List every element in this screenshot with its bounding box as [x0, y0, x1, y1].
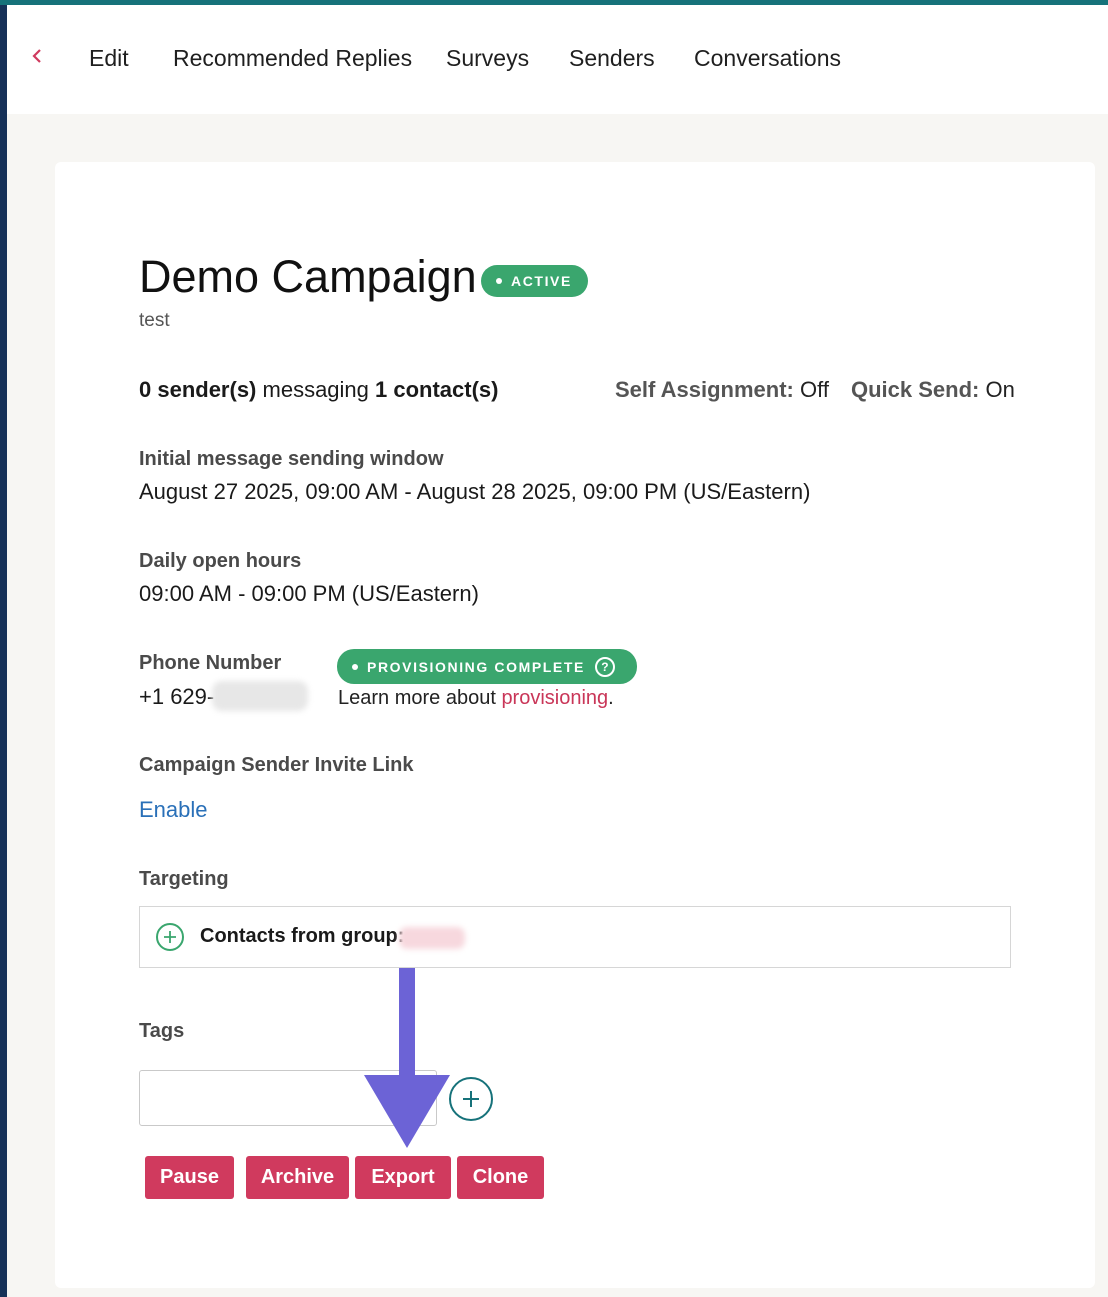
top-navigation: Edit Recommended Replies Surveys Senders… [7, 5, 1108, 114]
nav-recommended-replies[interactable]: Recommended Replies [173, 45, 412, 72]
archive-button[interactable]: Archive [246, 1156, 349, 1199]
add-tag-plus-icon[interactable] [449, 1077, 493, 1121]
phone-number-label: Phone Number [139, 652, 282, 674]
campaign-title: Demo Campaign [139, 251, 477, 302]
quick-send-status: Quick Send: On [851, 377, 1015, 403]
annotation-arrow-icon [364, 968, 450, 1148]
provisioning-link[interactable]: provisioning [501, 687, 608, 709]
targeting-label: Targeting [139, 868, 229, 890]
open-hours-value: 09:00 AM - 09:00 PM (US/Eastern) [139, 581, 479, 606]
expand-plus-icon[interactable] [156, 923, 184, 951]
learn-more-text: Learn more about [338, 687, 502, 709]
open-hours-label: Daily open hours [139, 550, 302, 572]
nav-senders[interactable]: Senders [569, 45, 655, 72]
group-name-redacted [399, 927, 465, 949]
nav-conversations[interactable]: Conversations [694, 45, 841, 72]
status-badge: ACTIVE [481, 265, 588, 297]
tags-label: Tags [139, 1020, 185, 1042]
provisioning-badge-label: PROVISIONING COMPLETE [367, 658, 585, 675]
question-circle-icon[interactable]: ? [594, 656, 615, 677]
senders-count: 0 sender(s) [139, 377, 257, 402]
learn-more-suffix: . [608, 687, 614, 709]
contacts-from-group-label: Contacts from group: [200, 925, 405, 947]
quick-send-value: On [979, 377, 1015, 402]
quick-send-label: Quick Send: [851, 377, 980, 402]
messaging-text: messaging [256, 377, 376, 402]
self-assignment-label: Self Assignment: [615, 377, 794, 402]
contacts-count: 1 contact(s) [375, 377, 499, 402]
nav-surveys[interactable]: Surveys [446, 45, 529, 72]
sending-window-label: Initial message sending window [139, 448, 444, 470]
sender-contact-summary: 0 sender(s) messaging 1 contact(s) [139, 377, 499, 403]
pause-button[interactable]: Pause [145, 1156, 234, 1199]
provisioning-learn-more: Learn more about provisioning. [338, 687, 614, 710]
self-assignment-value: Off [793, 377, 829, 402]
chevron-left-icon[interactable] [26, 44, 48, 68]
targeting-group-row: Contacts from group: [139, 906, 1011, 968]
invite-link-label: Campaign Sender Invite Link [139, 754, 414, 776]
campaign-description: test [139, 310, 170, 331]
sending-window-value: August 27 2025, 09:00 AM - August 28 202… [139, 479, 811, 504]
export-button[interactable]: Export [355, 1156, 451, 1199]
left-sidebar-strip [0, 0, 7, 1297]
status-dot-icon [496, 278, 502, 284]
phone-number-redacted [212, 681, 308, 711]
clone-button[interactable]: Clone [457, 1156, 544, 1199]
status-badge-label: ACTIVE [511, 273, 572, 289]
provisioning-dot-icon [352, 663, 358, 670]
provisioning-badge: PROVISIONING COMPLETE ? [337, 649, 637, 684]
enable-invite-link[interactable]: Enable [139, 797, 208, 823]
self-assignment-status: Self Assignment: Off [615, 377, 829, 403]
nav-edit[interactable]: Edit [89, 45, 129, 72]
phone-number-value: +1 629- [139, 684, 215, 709]
